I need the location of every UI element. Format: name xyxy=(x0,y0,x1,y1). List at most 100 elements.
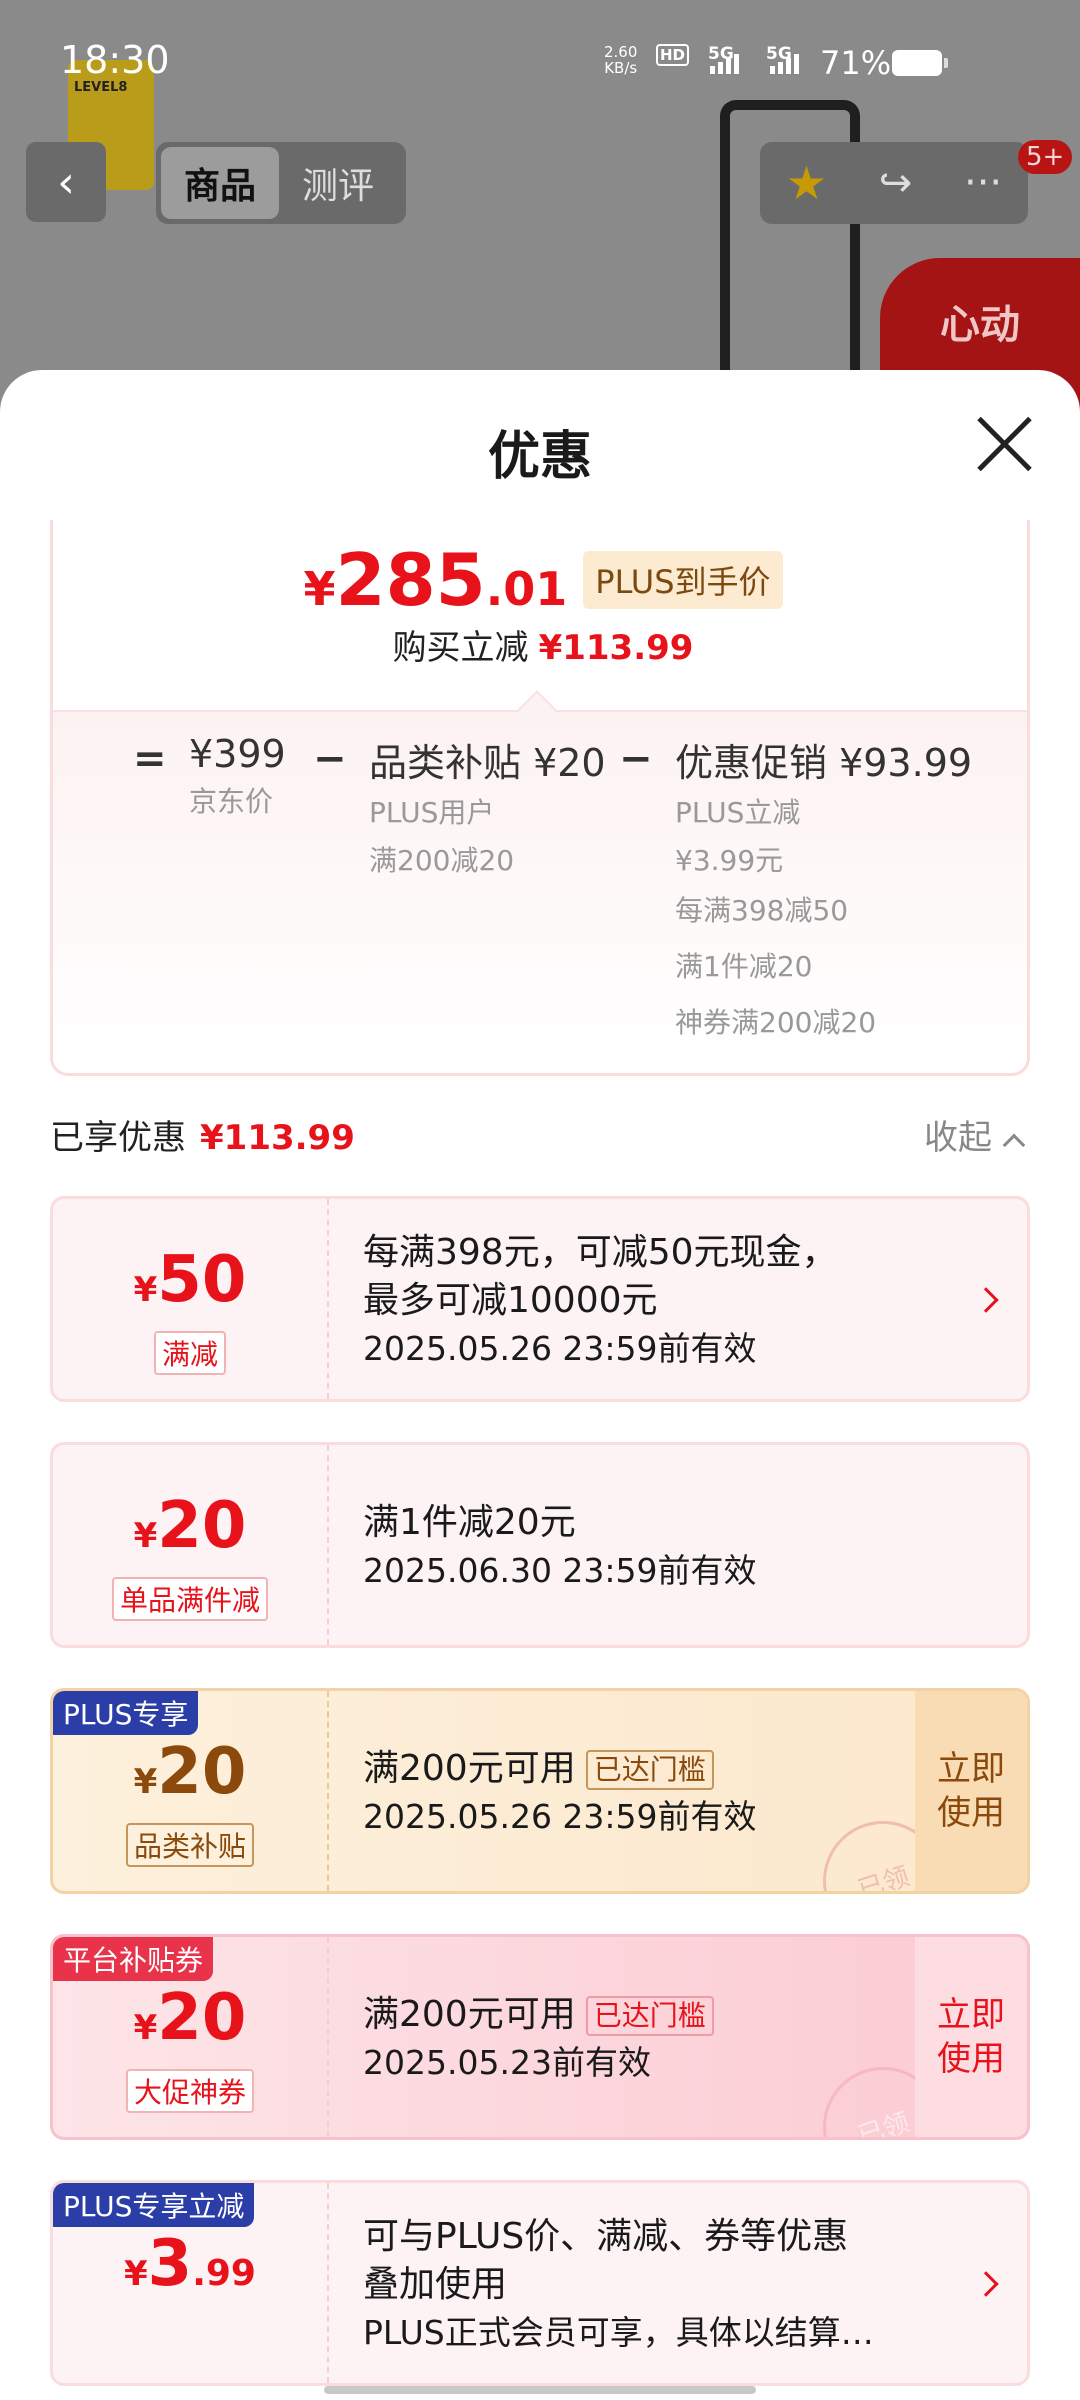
net-speed: 2.60 KB/s xyxy=(604,44,637,76)
coupon-symbol: ¥ xyxy=(133,2008,158,2048)
back-button[interactable]: ‹ xyxy=(26,142,106,222)
coupon-desc-line1: 满1件减20元 xyxy=(363,1502,576,1543)
coupon-amount: ¥50 xyxy=(53,1243,327,1317)
promo-col: 优惠促销 ¥93.99 PLUS立减 ¥3.99元 每满398减50 满1件减2… xyxy=(675,732,972,1051)
coupon-desc-line2: 最多可减10000元 xyxy=(363,1280,658,1321)
promo-amount: 优惠促销 ¥93.99 xyxy=(675,741,973,785)
plus-price-tag: PLUS到手价 xyxy=(583,551,783,609)
star-icon[interactable]: ★ xyxy=(786,156,827,210)
coupon-symbol: ¥ xyxy=(133,1762,158,1802)
minus-sign-1: − xyxy=(313,736,347,782)
coupon-desc-line1: 满200元可用 xyxy=(363,1994,576,2035)
tab-product[interactable]: 商品 xyxy=(161,147,279,219)
battery-percent: 71% xyxy=(820,44,892,82)
collapse-button[interactable]: 收起 xyxy=(924,1110,1026,1159)
chevron-right-icon[interactable] xyxy=(973,2271,999,2297)
signal-icon-1 xyxy=(710,54,739,74)
hd-icon: HD xyxy=(656,44,690,66)
subsidy-col: 品类补贴 ¥20 PLUS用户 满200减20 xyxy=(369,732,606,883)
enjoyed-label: 已享优惠 xyxy=(50,1118,186,1158)
coupon-validity: 2025.06.30 23:59前有效 xyxy=(363,1551,757,1590)
coupon-value: 50 xyxy=(157,1243,247,1317)
use-now-button[interactable]: 立即 使用 xyxy=(915,1937,1027,2137)
promo-item: 满1件减20 xyxy=(675,950,813,983)
coupon-type-tag: 单品满件减 xyxy=(111,1577,269,1621)
coupon-amount: ¥3.99 xyxy=(53,2227,327,2301)
coupon-card-plus-reduce[interactable]: PLUS专享立减 ¥3.99 可与PLUS价、满减、券等优惠 叠加使用 PLUS… xyxy=(50,2180,1030,2386)
coupon-info: 每满398元，可减50元现金， 最多可减10000元 2025.05.26 23… xyxy=(363,1229,953,1373)
tab-review[interactable]: 测评 xyxy=(279,147,397,219)
net-speed-unit: KB/s xyxy=(604,59,638,77)
promo-item: PLUS立减 xyxy=(675,796,801,829)
use-now-line2: 使用 xyxy=(937,2039,1005,2079)
signal-icon-2 xyxy=(770,54,799,74)
use-now-line1: 立即 xyxy=(937,1995,1005,2035)
final-price: ¥ 285 .01 PLUS到手价 xyxy=(53,538,1033,622)
reduce-amount: ¥113.99 xyxy=(538,628,694,668)
collapse-label: 收起 xyxy=(924,1118,992,1158)
net-speed-value: 2.60 xyxy=(604,43,638,61)
message-badge: 5+ xyxy=(1018,140,1073,174)
chevron-left-icon: ‹ xyxy=(57,156,75,208)
threshold-badge: 已达门槛 xyxy=(585,1750,714,1790)
subsidy-amount: 品类补贴 ¥20 xyxy=(369,741,606,785)
more-icon[interactable]: ··· xyxy=(964,160,1002,206)
coupon-desc-line1: 可与PLUS价、满减、券等优惠 xyxy=(363,2216,849,2257)
price-breakdown: = ¥399 京东价 − 品类补贴 ¥20 PLUS用户 满200减20 − 优… xyxy=(53,690,1027,1072)
jd-price: ¥399 xyxy=(189,732,286,776)
chevron-up-icon xyxy=(1002,1133,1026,1157)
coupon-symbol: ¥ xyxy=(133,1270,158,1310)
coupon-value: 3 xyxy=(147,2227,193,2301)
product-tabs: 商品 测评 xyxy=(156,142,406,224)
price-decimal: .01 xyxy=(485,562,568,616)
price-symbol: ¥ xyxy=(303,562,336,616)
use-now-line2: 使用 xyxy=(937,1793,1005,1833)
nav-actions: ★ ↪ ··· xyxy=(760,142,1028,224)
coupon-card-plus[interactable]: PLUS专享 ¥20 品类补贴 满200元可用 已达门槛 2025.05.26 2… xyxy=(50,1688,1030,1894)
discount-sheet: 优惠 ¥ 285 .01 PLUS到手价 购买立减 ¥113.99 = ¥399 … xyxy=(0,370,1080,2400)
coupon-card[interactable]: ¥50 满减 每满398元，可减50元现金， 最多可减10000元 2025.0… xyxy=(50,1196,1030,1402)
coupon-type-tag: 大促神券 xyxy=(125,2069,255,2113)
coupon-symbol: ¥ xyxy=(124,2254,148,2294)
equals-sign: = xyxy=(133,736,167,782)
coupon-info: 满1件减20元 2025.06.30 23:59前有效 xyxy=(363,1499,953,1595)
share-icon[interactable]: ↪ xyxy=(879,160,913,206)
coupon-amount: ¥20 xyxy=(53,1489,327,1563)
coupon-info: 可与PLUS价、满减、券等优惠 叠加使用 PLUS正式会员可享，具体以结算… xyxy=(363,2213,953,2357)
coupon-amount: ¥20 xyxy=(53,1735,327,1809)
enjoyed-amount: ¥113.99 xyxy=(200,1118,355,1158)
promo-item: 神券满200减20 xyxy=(675,1006,877,1039)
status-time: 18:30 xyxy=(60,38,170,82)
coupon-card-platform[interactable]: 平台补贴券 ¥20 大促神券 满200元可用 已达门槛 2025.05.23前有效… xyxy=(50,1934,1030,2140)
promo-banner-text: 心动 xyxy=(940,302,1020,348)
use-now-button[interactable]: 立即 使用 xyxy=(915,1691,1027,1891)
coupon-desc-line2: 叠加使用 xyxy=(363,2264,508,2305)
jd-price-col: ¥399 京东价 xyxy=(189,732,286,824)
reduce-label: 购买立减 xyxy=(392,628,529,668)
coupon-type-tag: 品类补贴 xyxy=(125,1823,255,1867)
status-bar: 18:30 2.60 KB/s HD 5G 5G 71% xyxy=(0,0,1080,100)
enjoyed-discount: 已享优惠 ¥113.99 xyxy=(50,1110,355,1159)
coupon-note: PLUS正式会员可享，具体以结算… xyxy=(363,2313,874,2352)
coupon-amount: ¥20 xyxy=(53,1981,327,2055)
promo-item: ¥3.99元 xyxy=(675,844,784,877)
use-now-line1: 立即 xyxy=(937,1749,1005,1789)
coupon-value: 20 xyxy=(157,1489,247,1563)
home-indicator[interactable] xyxy=(324,2386,756,2394)
jd-price-label: 京东价 xyxy=(189,785,274,818)
battery-icon xyxy=(892,50,948,76)
close-icon[interactable] xyxy=(974,414,1034,474)
coupon-desc-line1: 每满398元，可减50元现金， xyxy=(363,1232,838,1273)
coupon-desc-line1: 满200元可用 xyxy=(363,1748,576,1789)
subsidy-note-1: PLUS用户 xyxy=(369,796,495,829)
coupon-value: 20 xyxy=(157,1735,247,1809)
minus-sign-2: − xyxy=(619,736,653,782)
threshold-badge: 已达门槛 xyxy=(585,1996,714,2036)
coupon-card[interactable]: ¥20 单品满件减 满1件减20元 2025.06.30 23:59前有效 xyxy=(50,1442,1030,1648)
sheet-title: 优惠 xyxy=(487,427,592,487)
subsidy-note-2: 满200减20 xyxy=(369,844,515,877)
price-summary-card: ¥ 285 .01 PLUS到手价 购买立减 ¥113.99 = ¥399 京东价… xyxy=(50,520,1030,1076)
chevron-right-icon[interactable] xyxy=(973,1287,999,1313)
promo-item: 每满398减50 xyxy=(675,894,849,927)
purchase-reduction: 购买立减 ¥113.99 xyxy=(53,620,1033,669)
